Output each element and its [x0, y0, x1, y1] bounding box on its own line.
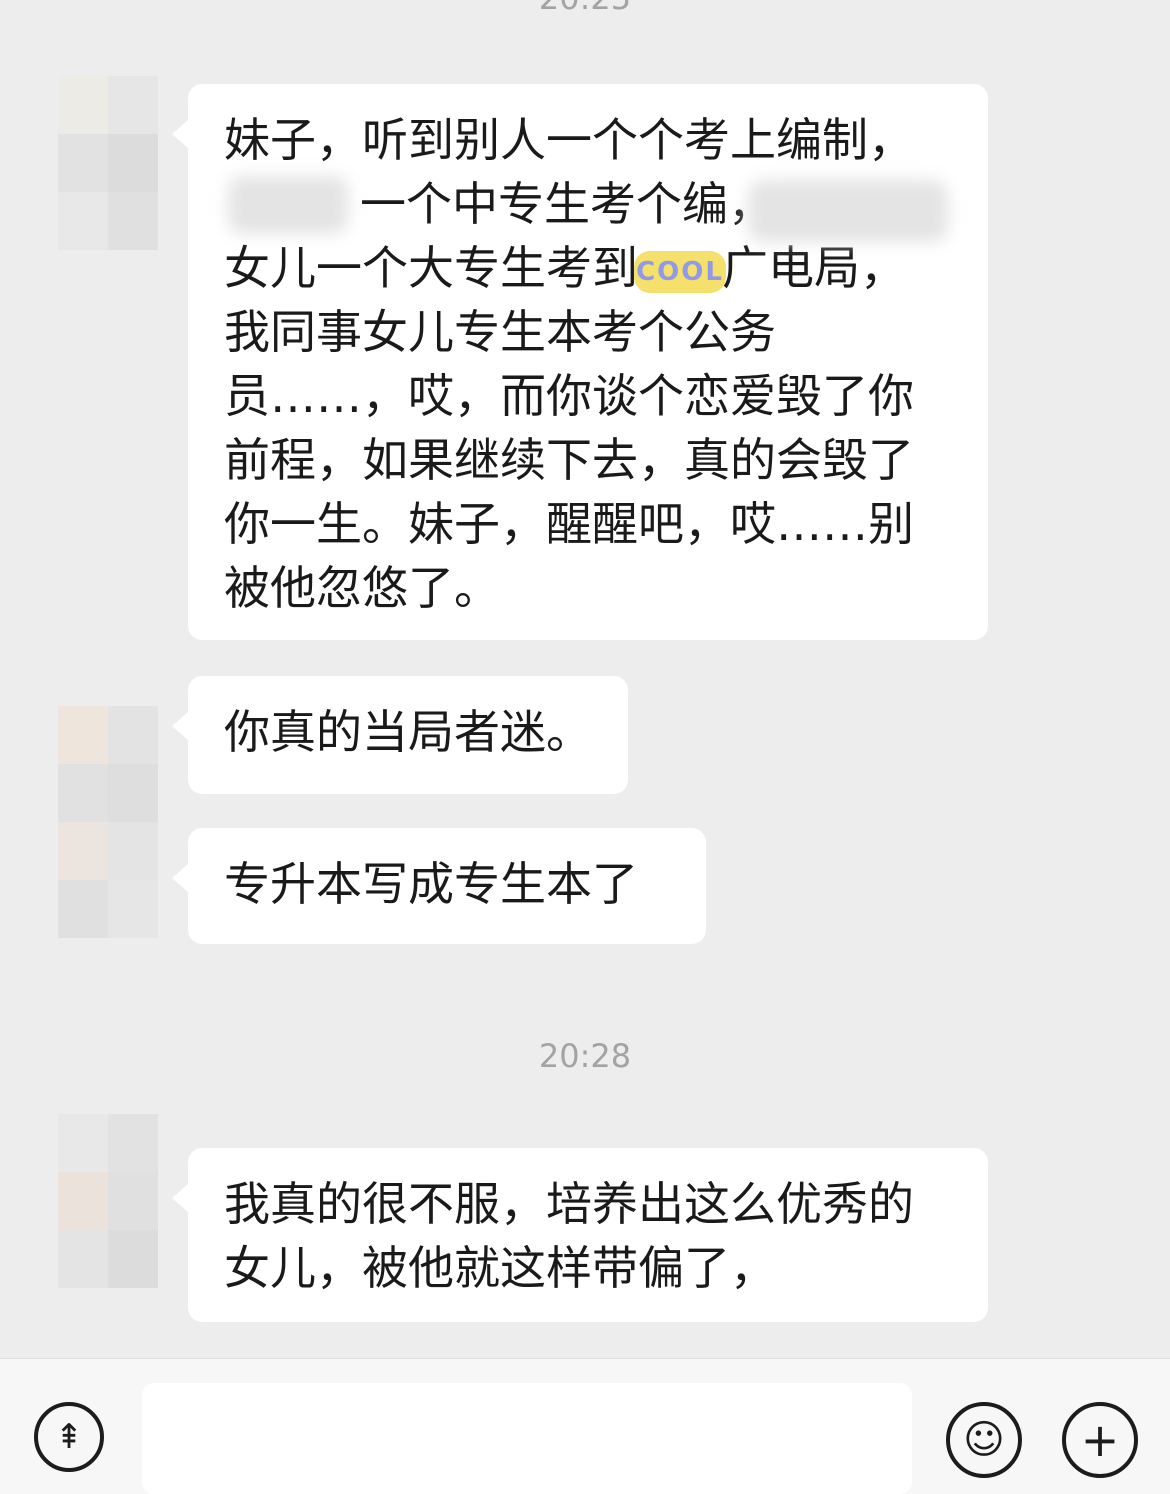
- message-line: 我同事女儿专生本考个公务: [224, 305, 776, 359]
- avatar[interactable]: [58, 76, 158, 250]
- avatar-pixel: [108, 1172, 158, 1230]
- message-bubble[interactable]: 我真的很不服，培养出这么优秀的 女儿，被他就这样带偏了，: [172, 1148, 988, 1322]
- chat-area[interactable]: 20:25 妹子，听到别人一个个考上编制， 一个中专生考个编， 女儿一个大专生考…: [0, 0, 1170, 1358]
- avatar-pixel: [108, 1230, 158, 1288]
- voice-icon: ⇞: [54, 1417, 84, 1457]
- message-line: 专升本写成专生本了: [224, 857, 638, 911]
- timestamp: 20:25: [0, 0, 1170, 18]
- redaction-blur: [748, 180, 948, 242]
- avatar-pixel: [58, 1172, 108, 1230]
- avatar-pixel: [58, 76, 108, 134]
- avatar-pixel: [108, 134, 158, 192]
- avatar-pixel: [108, 1114, 158, 1172]
- message-bubble[interactable]: 专升本写成专生本了: [172, 828, 706, 944]
- message-line: 前程，如果继续下去，真的会毁了: [224, 433, 914, 487]
- avatar-pixel: [58, 1114, 108, 1172]
- avatar-pixel: [108, 192, 158, 250]
- plus-icon: +: [1080, 1413, 1120, 1467]
- avatar-pixel: [58, 764, 108, 822]
- avatar[interactable]: [58, 706, 158, 822]
- message-line: 我真的很不服，培养出这么优秀的: [224, 1177, 914, 1231]
- avatar-pixel: [108, 76, 158, 134]
- more-button[interactable]: +: [1062, 1402, 1138, 1478]
- message-bubble[interactable]: 你真的当局者迷。: [172, 676, 628, 794]
- emoji-icon: ☺: [963, 1417, 1005, 1463]
- emoji-button[interactable]: ☺: [946, 1402, 1022, 1478]
- message-input[interactable]: [142, 1383, 912, 1494]
- avatar-pixel: [108, 822, 158, 880]
- timestamp: 20:28: [538, 1037, 632, 1075]
- avatar-pixel: [58, 706, 108, 764]
- message-line: 女儿，被他就这样带偏了，: [224, 1241, 776, 1295]
- avatar-pixel: [58, 1230, 108, 1288]
- avatar-pixel: [58, 192, 108, 250]
- avatar-pixel: [108, 764, 158, 822]
- avatar-pixel: [58, 822, 108, 880]
- message-line: 被他忽悠了。: [224, 561, 500, 615]
- avatar-pixel: [58, 134, 108, 192]
- input-bar: ⇞ ☺ +: [0, 1358, 1170, 1494]
- avatar-pixel: [108, 880, 158, 938]
- avatar[interactable]: [58, 822, 158, 938]
- message-line: 女儿一个大专生考到COOL广电局，: [224, 236, 954, 300]
- message-line: 妹子，听到别人一个个考上编制，: [224, 113, 914, 167]
- message-text: 女儿一个大专生考到: [224, 241, 638, 295]
- message-line: 你一生。妹子，醒醒吧，哎……别: [224, 497, 914, 551]
- message-text: 广电局，: [722, 241, 906, 295]
- message-bubble[interactable]: 妹子，听到别人一个个考上编制， 一个中专生考个编， 女儿一个大专生考到COOL广…: [172, 84, 988, 640]
- message-line: 你真的当局者迷。: [224, 705, 592, 759]
- message-line: 员……，哎，而你谈个恋爱毁了你: [224, 369, 914, 423]
- avatar[interactable]: [58, 1114, 158, 1288]
- avatar-pixel: [58, 880, 108, 938]
- voice-button[interactable]: ⇞: [34, 1402, 104, 1472]
- avatar-pixel: [108, 706, 158, 764]
- cool-sticker-icon: COOL: [634, 250, 726, 293]
- redaction-blur: [228, 176, 348, 234]
